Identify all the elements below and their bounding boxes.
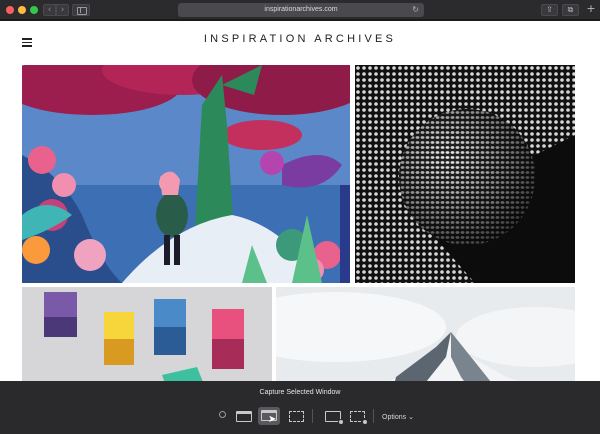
capture-mode-label: Capture Selected Window	[259, 389, 341, 396]
close-toolbar-button[interactable]	[219, 411, 226, 418]
share-button[interactable]: ⇪	[541, 4, 558, 16]
web-page: INSPIRATION ARCHIVES	[0, 21, 600, 434]
forest-illustration-image[interactable]	[22, 65, 350, 283]
screenshot-toolbar: Capture Selected Window Options ⌄ ➤	[0, 381, 600, 434]
record-dot-icon	[362, 419, 368, 425]
chevron-right-icon: ›	[60, 5, 65, 15]
new-tab-button[interactable]: +	[584, 2, 598, 16]
url-text: inspirationarchives.com	[264, 6, 338, 13]
chevron-left-icon: ‹	[47, 5, 52, 15]
capture-entire-screen-icon[interactable]	[236, 411, 252, 422]
dotted-sphere-image[interactable]	[355, 65, 575, 283]
record-dot-icon	[338, 419, 344, 425]
minimize-window-button[interactable]	[18, 6, 26, 14]
toolbar-divider	[312, 409, 313, 423]
browser-toolbar: ‹ › inspirationarchives.com ↻ ⇪ ⧉ +	[0, 0, 600, 20]
forward-button[interactable]: ›	[56, 4, 69, 16]
toolbar-divider	[373, 409, 374, 423]
pointer-cursor-icon: ➤	[268, 414, 277, 425]
back-button[interactable]: ‹	[43, 4, 56, 16]
plus-icon: +	[586, 2, 596, 15]
share-icon: ⇪	[546, 5, 553, 14]
zoom-window-button[interactable]	[30, 6, 38, 14]
address-bar[interactable]: inspirationarchives.com ↻	[178, 3, 424, 17]
reload-icon[interactable]: ↻	[412, 3, 419, 17]
site-title[interactable]: INSPIRATION ARCHIVES	[0, 33, 600, 45]
sidebar-toggle-button[interactable]	[72, 4, 90, 16]
show-tabs-button[interactable]: ⧉	[562, 4, 579, 16]
close-window-button[interactable]	[6, 6, 14, 14]
capture-selected-portion-icon[interactable]	[289, 411, 304, 422]
record-entire-screen-icon[interactable]	[325, 411, 344, 425]
record-selected-portion-icon[interactable]	[350, 411, 368, 425]
options-menu-button[interactable]: Options ⌄	[382, 413, 414, 421]
tabs-icon: ⧉	[567, 5, 574, 14]
